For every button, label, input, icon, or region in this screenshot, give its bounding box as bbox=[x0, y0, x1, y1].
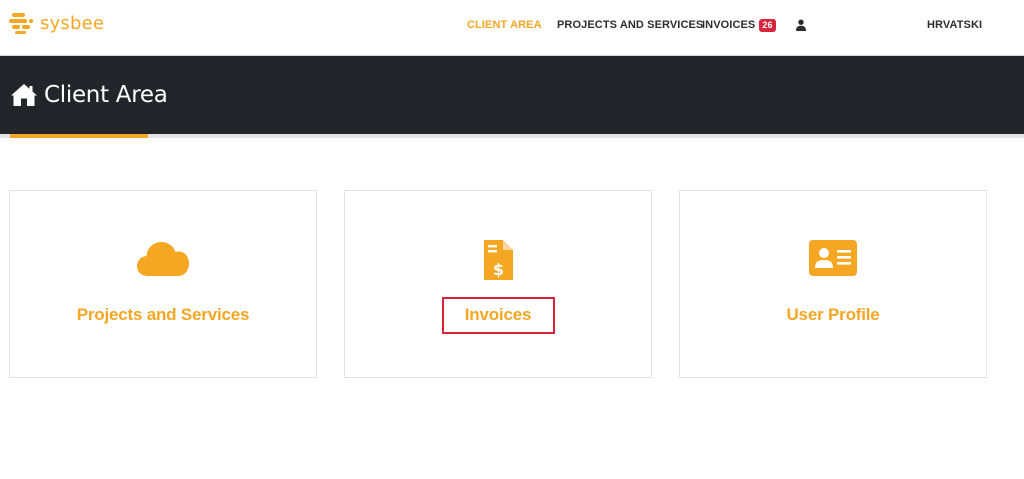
title-accent-bar bbox=[10, 134, 148, 138]
nav-projects-and-services[interactable]: PROJECTS AND SERVICES bbox=[557, 17, 703, 33]
language-label: HRVATSKI bbox=[927, 19, 983, 31]
card-invoices[interactable]: $ Invoices bbox=[344, 190, 652, 378]
invoice-icon: $ bbox=[484, 240, 513, 280]
card-user-profile[interactable]: User Profile bbox=[679, 190, 987, 378]
language-switch[interactable]: HRVATSKI bbox=[927, 17, 982, 33]
card-user-profile-label: User Profile bbox=[786, 305, 880, 324]
title-underbar bbox=[0, 134, 1024, 138]
nav-projects-label: PROJECTS AND SERVICES bbox=[557, 19, 704, 31]
svg-text:$: $ bbox=[493, 260, 504, 279]
user-icon[interactable] bbox=[795, 18, 807, 31]
cloud-icon bbox=[137, 242, 189, 276]
invoices-count-badge: 26 bbox=[759, 18, 776, 32]
top-navigation: sysbee CLIENT AREA PROJECTS AND SERVICES… bbox=[0, 0, 1024, 55]
page-title-band: Client Area bbox=[0, 56, 1024, 134]
nav-client-area[interactable]: CLIENT AREA bbox=[467, 17, 542, 33]
nav-invoices-label: INVOICES bbox=[702, 19, 756, 31]
id-card-icon bbox=[809, 240, 857, 276]
page-title-text: Client Area bbox=[44, 82, 168, 108]
nav-client-area-label: CLIENT AREA bbox=[467, 19, 542, 31]
page-title: Client Area bbox=[10, 82, 168, 108]
card-invoices-label: Invoices bbox=[464, 305, 532, 324]
sysbee-logo[interactable]: sysbee bbox=[8, 10, 104, 36]
nav-invoices[interactable]: INVOICES 26 bbox=[702, 17, 776, 33]
card-projects-and-services[interactable]: Projects and Services bbox=[9, 190, 317, 378]
sysbee-logo-icon bbox=[9, 13, 33, 34]
logo-text: sysbee bbox=[40, 12, 105, 34]
card-projects-label: Projects and Services bbox=[76, 305, 250, 324]
home-icon bbox=[11, 84, 37, 106]
